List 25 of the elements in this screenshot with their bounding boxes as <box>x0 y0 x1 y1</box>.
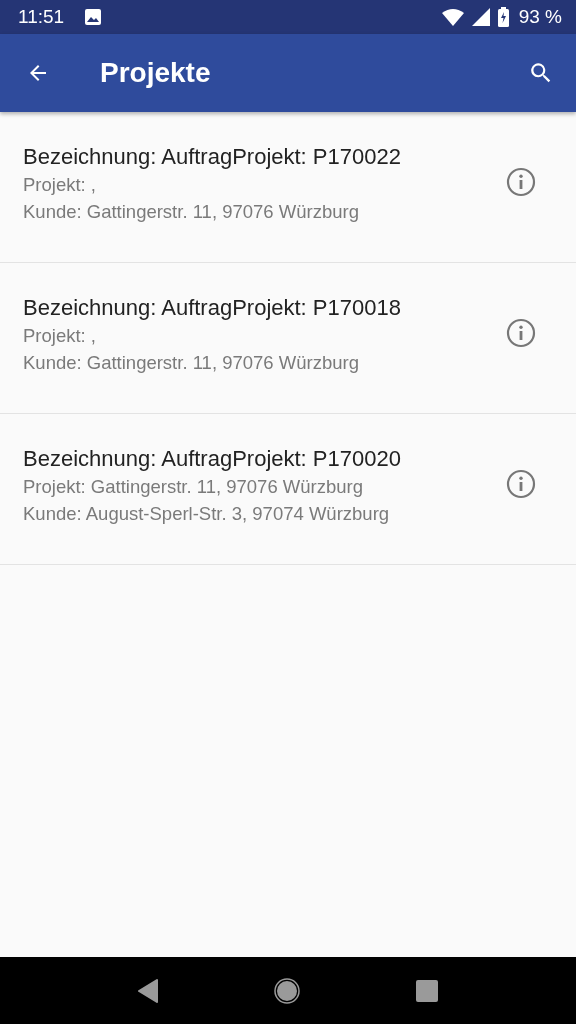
item-customer: Kunde: Gattingerstr. 11, 97076 Würzburg <box>23 200 360 224</box>
item-project: Projekt: , <box>23 324 97 348</box>
battery-icon <box>497 7 509 27</box>
info-icon[interactable] <box>506 318 536 348</box>
battery-percent: 93 % <box>518 6 562 28</box>
project-list-item[interactable]: Bezeichnung: AuftragProjekt: P170020 Projekt: Gattingerstr. 11, 97076 Würzburg Kunde: August-Sperl-Str. 3, 97074 Würzburg <box>0 414 576 565</box>
item-customer: Kunde: August-Sperl-Str. 3, 97074 Würzburg <box>23 502 391 526</box>
home-icon[interactable] <box>274 977 300 1004</box>
item-title: Bezeichnung: AuftragProjekt: P170022 <box>23 143 402 171</box>
signal-icon <box>471 8 490 26</box>
back-icon[interactable] <box>138 978 158 1003</box>
image-icon <box>84 8 103 26</box>
item-customer: Kunde: Gattingerstr. 11, 97076 Würzburg <box>23 351 360 375</box>
status-time: 11:51 <box>18 6 65 28</box>
item-title: Bezeichnung: AuftragProjekt: P170020 <box>23 445 402 473</box>
project-list-item[interactable]: Bezeichnung: AuftragProjekt: P170022 Projekt: , Kunde: Gattingerstr. 11, 97076 Würzburg <box>0 112 576 263</box>
project-list-item[interactable]: Bezeichnung: AuftragProjekt: P170018 Projekt: , Kunde: Gattingerstr. 11, 97076 Würzburg <box>0 263 576 414</box>
item-project: Projekt: Gattingerstr. 11, 97076 Würzburg <box>23 475 365 499</box>
item-project: Projekt: , <box>23 173 97 197</box>
screen-title: Projekte <box>100 57 211 89</box>
info-icon[interactable] <box>506 469 536 499</box>
overview-icon[interactable] <box>416 979 438 1002</box>
info-icon[interactable] <box>506 167 536 197</box>
wifi-icon <box>441 8 464 26</box>
item-title: Bezeichnung: AuftragProjekt: P170018 <box>23 294 402 322</box>
